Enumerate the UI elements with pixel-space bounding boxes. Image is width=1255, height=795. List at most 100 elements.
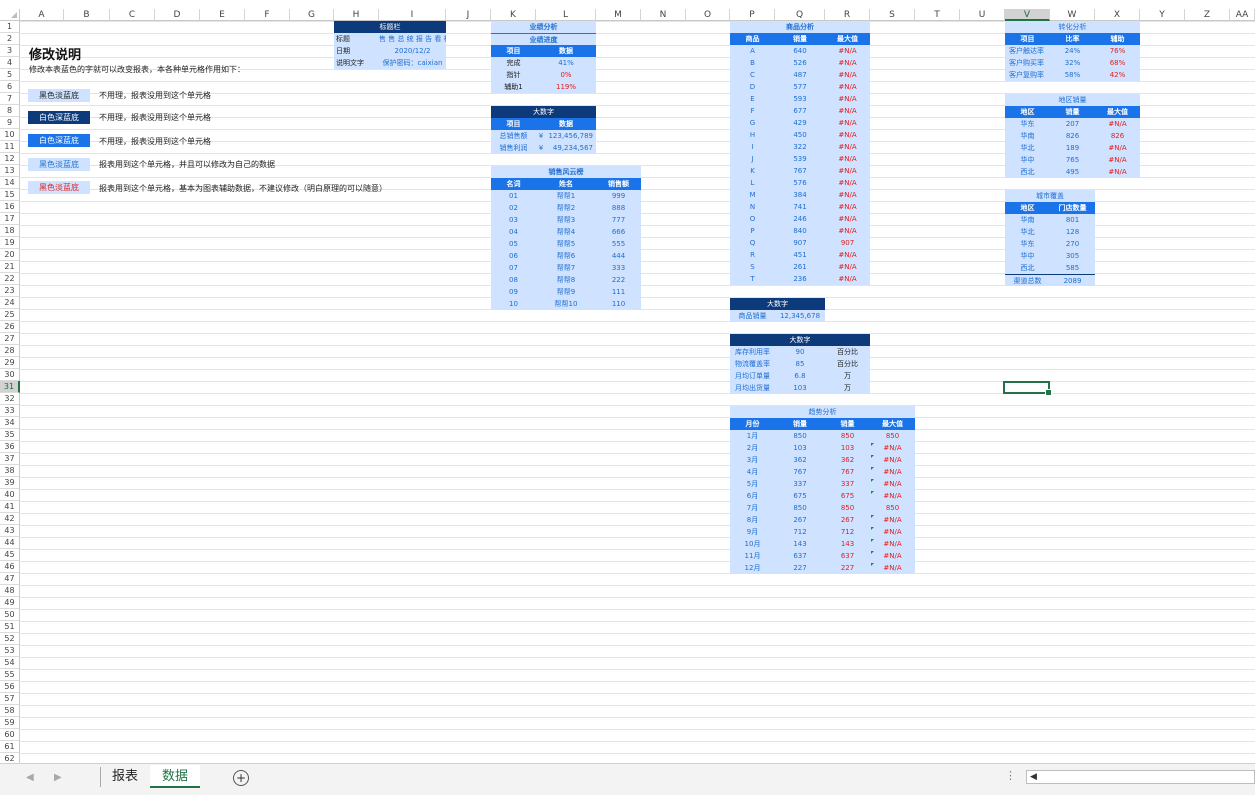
- sales-rank-cell[interactable]: 帮帮1: [536, 190, 596, 202]
- product-cell[interactable]: 677: [775, 105, 825, 117]
- trend-sales[interactable]: 103: [775, 442, 825, 454]
- row-header[interactable]: 39: [0, 477, 20, 489]
- product-cell[interactable]: 261: [775, 261, 825, 273]
- city-stores[interactable]: 585: [1050, 262, 1095, 274]
- product-cell[interactable]: 429: [775, 117, 825, 129]
- column-header[interactable]: D: [155, 9, 200, 21]
- row-header[interactable]: 54: [0, 657, 20, 669]
- product-cell[interactable]: O: [730, 213, 775, 225]
- sales-rank-cell[interactable]: 05: [491, 238, 536, 250]
- conversion-rate[interactable]: 24%: [1050, 45, 1095, 57]
- tab-report[interactable]: 报表: [102, 765, 148, 788]
- column-header[interactable]: Q: [775, 9, 825, 21]
- column-header[interactable]: N: [641, 9, 686, 21]
- performance-value[interactable]: 41%: [536, 57, 596, 69]
- sales-rank-cell[interactable]: 04: [491, 226, 536, 238]
- product-cell[interactable]: 576: [775, 177, 825, 189]
- performance-value[interactable]: 0%: [536, 69, 596, 81]
- column-header[interactable]: I: [379, 9, 446, 21]
- trend-month[interactable]: 11月: [730, 550, 775, 562]
- sales-rank-cell[interactable]: 444: [596, 250, 641, 262]
- column-header[interactable]: AA: [1230, 9, 1255, 21]
- product-cell[interactable]: 593: [775, 93, 825, 105]
- title-bar-value[interactable]: 售 售 总 统 报 告 看 板: [379, 33, 446, 45]
- product-cell[interactable]: D: [730, 81, 775, 93]
- row-header[interactable]: 5: [0, 69, 20, 81]
- city-stores[interactable]: 801: [1050, 214, 1095, 226]
- product-cell[interactable]: I: [730, 141, 775, 153]
- product-cell[interactable]: 767: [775, 165, 825, 177]
- selected-cell[interactable]: [1003, 381, 1052, 396]
- trend-month[interactable]: 4月: [730, 466, 775, 478]
- product-cell[interactable]: 640: [775, 45, 825, 57]
- row-header[interactable]: 47: [0, 573, 20, 585]
- trend-sales[interactable]: 637: [775, 550, 825, 562]
- row-header[interactable]: 48: [0, 585, 20, 597]
- product-cell[interactable]: 450: [775, 129, 825, 141]
- city-region[interactable]: 西北: [1005, 262, 1050, 274]
- row-header[interactable]: 1: [0, 21, 20, 33]
- product-cell[interactable]: B: [730, 57, 775, 69]
- column-header[interactable]: E: [200, 9, 245, 21]
- product-cell[interactable]: Q: [730, 237, 775, 249]
- row-header[interactable]: 13: [0, 165, 20, 177]
- prev-sheet-arrow-icon[interactable]: ◀: [26, 772, 34, 783]
- row-header[interactable]: 36: [0, 441, 20, 453]
- trend-sales[interactable]: 767: [775, 466, 825, 478]
- product-cell[interactable]: 384: [775, 189, 825, 201]
- trend-month[interactable]: 12月: [730, 562, 775, 574]
- column-header[interactable]: H: [334, 9, 379, 21]
- sales-rank-cell[interactable]: 帮帮5: [536, 238, 596, 250]
- row-header[interactable]: 38: [0, 465, 20, 477]
- column-header[interactable]: C: [110, 9, 155, 21]
- product-cell[interactable]: 840: [775, 225, 825, 237]
- column-header[interactable]: S: [870, 9, 915, 21]
- sales-rank-cell[interactable]: 999: [596, 190, 641, 202]
- bignum2-value[interactable]: 12,345,678: [775, 310, 825, 322]
- column-header[interactable]: U: [960, 9, 1005, 21]
- city-stores[interactable]: 305: [1050, 250, 1095, 262]
- product-cell[interactable]: 539: [775, 153, 825, 165]
- product-cell[interactable]: 322: [775, 141, 825, 153]
- trend-month[interactable]: 7月: [730, 502, 775, 514]
- trend-month[interactable]: 9月: [730, 526, 775, 538]
- row-header[interactable]: 34: [0, 417, 20, 429]
- region-name[interactable]: 华南: [1005, 130, 1050, 142]
- bignum3-value[interactable]: 6.8: [775, 370, 825, 382]
- region-name[interactable]: 华北: [1005, 142, 1050, 154]
- column-header[interactable]: F: [245, 9, 290, 21]
- city-stores[interactable]: 128: [1050, 226, 1095, 238]
- bignum3-value[interactable]: 90: [775, 346, 825, 358]
- row-header[interactable]: 3: [0, 45, 20, 57]
- row-header[interactable]: 21: [0, 261, 20, 273]
- column-header[interactable]: W: [1050, 9, 1095, 21]
- trend-sales[interactable]: 712: [775, 526, 825, 538]
- sales-rank-cell[interactable]: 帮帮4: [536, 226, 596, 238]
- trend-month[interactable]: 8月: [730, 514, 775, 526]
- product-cell[interactable]: 907: [775, 237, 825, 249]
- row-header[interactable]: 44: [0, 537, 20, 549]
- row-header[interactable]: 49: [0, 597, 20, 609]
- row-header[interactable]: 50: [0, 609, 20, 621]
- scroll-left-arrow-icon[interactable]: ◀: [1030, 772, 1037, 782]
- row-header[interactable]: 23: [0, 285, 20, 297]
- row-header[interactable]: 46: [0, 561, 20, 573]
- row-header[interactable]: 41: [0, 501, 20, 513]
- row-header[interactable]: 55: [0, 669, 20, 681]
- row-header[interactable]: 58: [0, 705, 20, 717]
- column-header[interactable]: Y: [1140, 9, 1185, 21]
- product-cell[interactable]: 577: [775, 81, 825, 93]
- row-header[interactable]: 30: [0, 369, 20, 381]
- row-header[interactable]: 18: [0, 225, 20, 237]
- row-header[interactable]: 28: [0, 345, 20, 357]
- row-header[interactable]: 24: [0, 297, 20, 309]
- sales-rank-cell[interactable]: 111: [596, 286, 641, 298]
- region-name[interactable]: 华中: [1005, 154, 1050, 166]
- trend-sales[interactable]: 675: [775, 490, 825, 502]
- region-sales[interactable]: 826: [1050, 130, 1095, 142]
- sales-rank-cell[interactable]: 555: [596, 238, 641, 250]
- row-header[interactable]: 37: [0, 453, 20, 465]
- product-cell[interactable]: N: [730, 201, 775, 213]
- city-region[interactable]: 华南: [1005, 214, 1050, 226]
- sales-rank-cell[interactable]: 02: [491, 202, 536, 214]
